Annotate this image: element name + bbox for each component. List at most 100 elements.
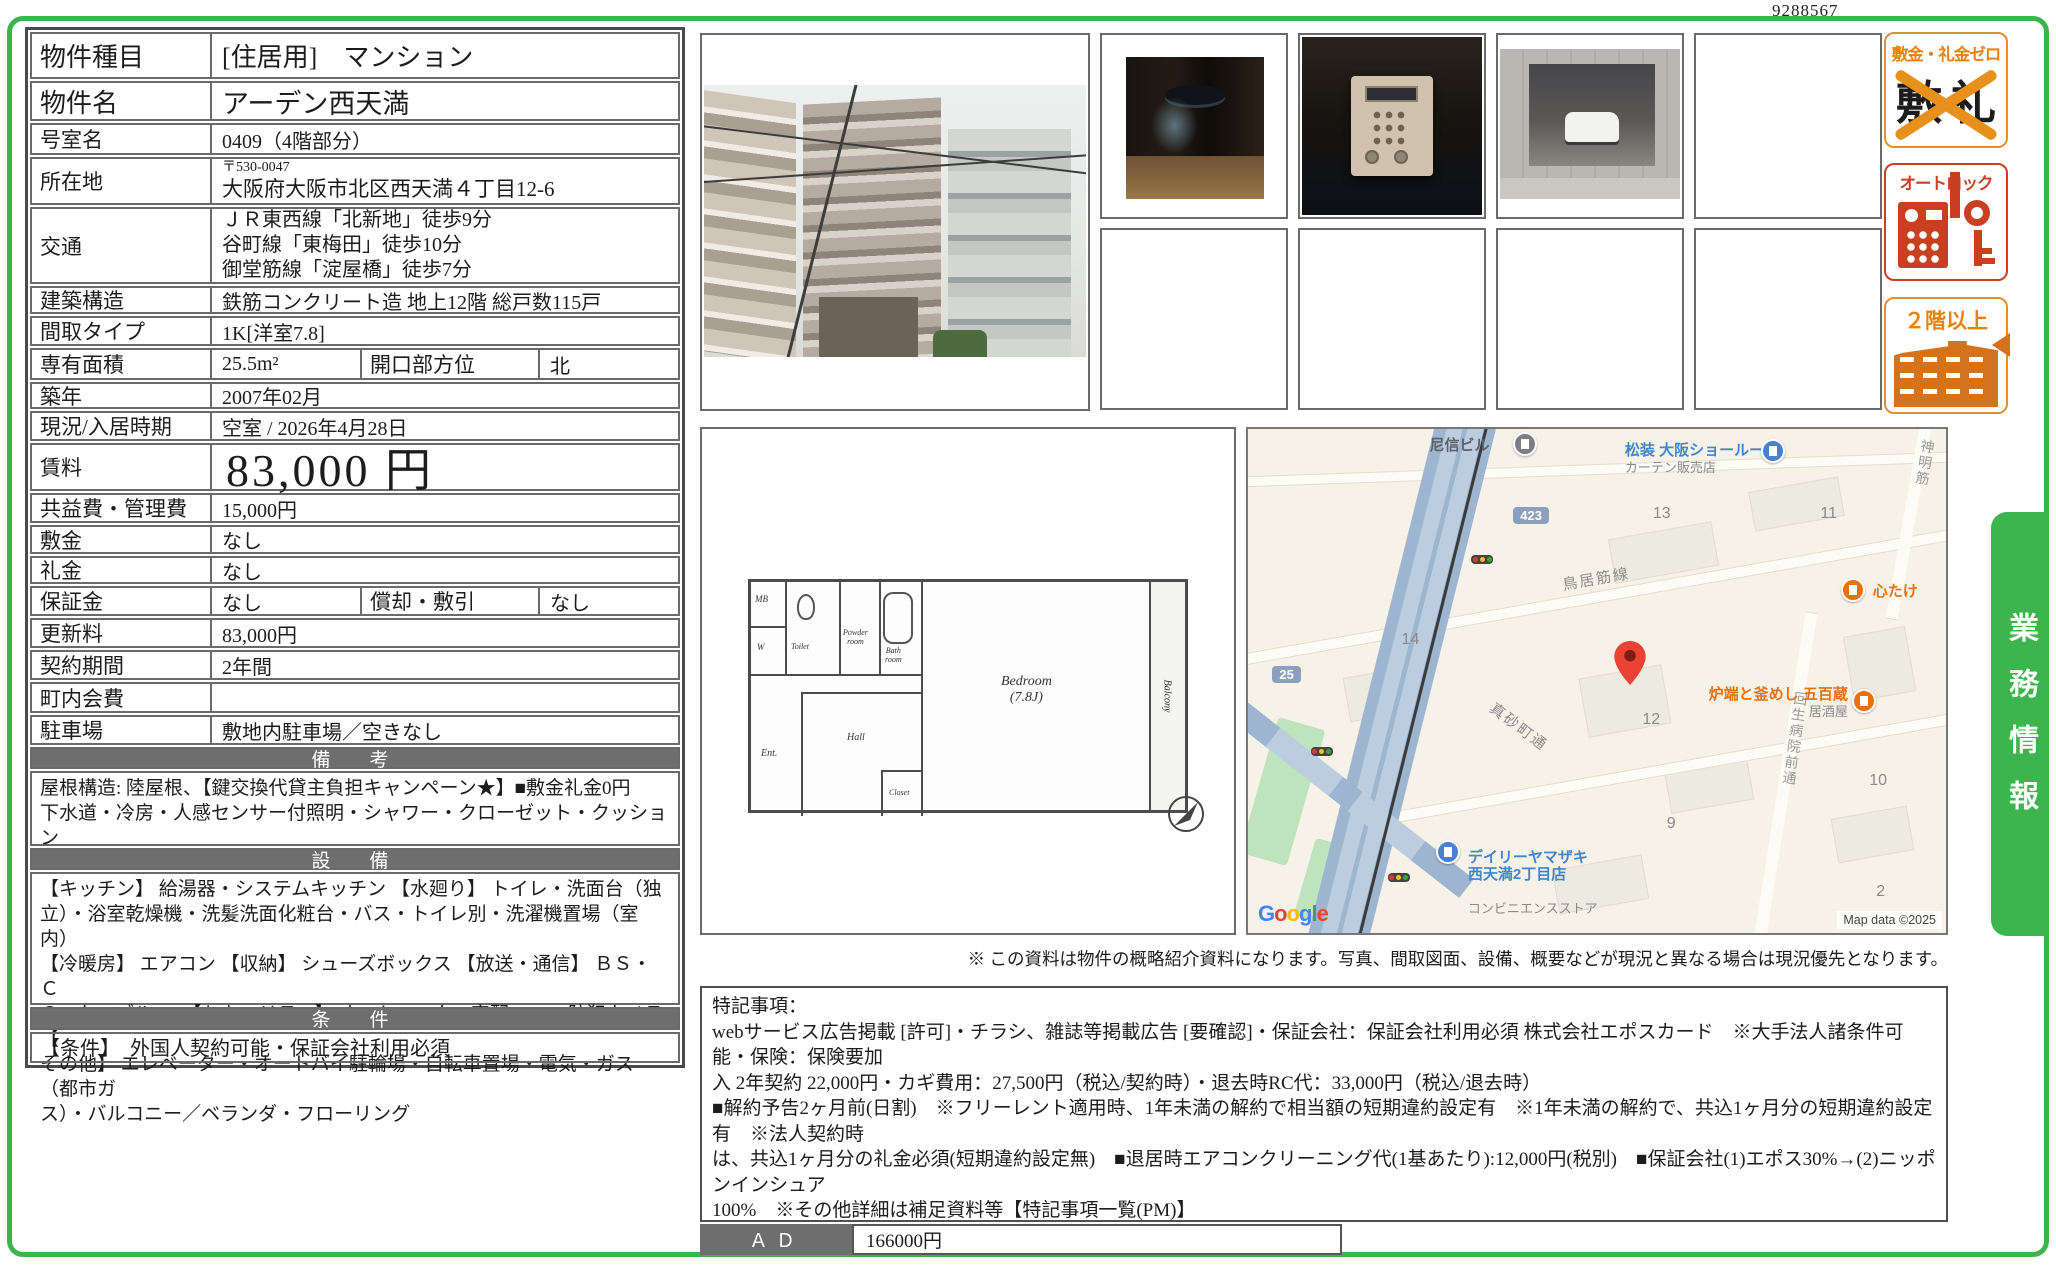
photo-box-empty-4 <box>1496 228 1684 410</box>
photo-box-main <box>700 33 1090 411</box>
room-label-entrance: Ent. <box>761 748 777 760</box>
business-info-tab-label: 業務情報 <box>1998 612 2042 836</box>
address-text: 大阪府大阪市北区西天満４丁目12-6 <box>222 176 668 202</box>
block-number: 9 <box>1667 815 1676 833</box>
photo-box-empty-2 <box>1100 228 1288 410</box>
row-label: 保証金 <box>32 588 212 614</box>
table-row-area: 専有面積 25.5m² 開口部方位 北 <box>30 348 680 380</box>
compass-icon <box>1166 794 1206 839</box>
floor-plan-drawing: MB W Toilet Powder room Bath room Ent. H… <box>748 579 1188 813</box>
row-value-2: 北 <box>540 350 678 378</box>
badge-title: ２階以上 <box>1886 305 2006 335</box>
row-value: 〒530-0047 大阪府大阪市北区西天満４丁目12-6 <box>212 159 678 203</box>
property-location-pin <box>1614 641 1646 690</box>
row-value: [住居用] マンション <box>212 34 678 77</box>
equipment-text: 【キッチン】 給湯器・システムキッチン 【水廻り】 トイレ・洗面台（独 立）・浴… <box>30 872 680 1005</box>
poi-shoso-showroom: 松装 大阪ショールーム カーテン販売店 <box>1625 442 1779 476</box>
table-row-parking: 駐車場 敷地内駐車場／空きなし <box>30 715 680 745</box>
ad-label: ＡＤ <box>700 1224 852 1255</box>
row-label: 所在地 <box>32 159 212 203</box>
block-number: 13 <box>1653 505 1671 523</box>
poi-pin-restaurant <box>1852 689 1876 713</box>
poi-pin-building <box>1513 432 1537 456</box>
row-value: アーデン西天満 <box>212 83 678 119</box>
table-row-common-fee: 共益費・管理費 15,000円 <box>30 493 680 523</box>
balcony-strip: Balcony <box>1149 582 1185 810</box>
row-label: 専有面積 <box>32 350 212 378</box>
room-label-mb: MB <box>755 594 768 604</box>
route-shield-25: 25 <box>1272 666 1300 683</box>
poi-pin-restaurant <box>1841 578 1865 602</box>
badge-second-floor-up: ２階以上 <box>1884 297 2008 414</box>
row-value: 25.5m² <box>212 350 362 378</box>
photo-box-entrance <box>1100 33 1288 219</box>
block-number: 14 <box>1402 631 1420 649</box>
block-number: 12 <box>1642 711 1660 729</box>
badge-no-deposit-no-keymoney: 敷金・礼金ゼロ 敷 礼 <box>1884 32 2008 148</box>
room-label-w: W <box>757 642 765 652</box>
ad-value: 166000円 <box>852 1224 1342 1255</box>
block-number: 11 <box>1820 505 1837 523</box>
row-value: 2年間 <box>212 652 678 678</box>
row-value: なし <box>212 527 678 552</box>
room-label-balcony: Balcony <box>1161 680 1173 713</box>
row-value: 鉄筋コンクリート造 地上12階 総戸数115戸 <box>212 288 678 312</box>
section-bar-conditions: 条 件 <box>30 1007 680 1030</box>
photo-entrance-corridor <box>1126 57 1264 199</box>
document-number: 9288567 <box>1772 1 1839 21</box>
table-row-address: 所在地 〒530-0047 大阪府大阪市北区西天満４丁目12-6 <box>30 157 680 205</box>
row-label: 築年 <box>32 384 212 407</box>
building-entrance <box>819 297 918 357</box>
badge-autolock: オートロック <box>1884 163 2008 281</box>
poi-kokotake: 心たけ <box>1873 583 1918 600</box>
room-label-bath: Bath room <box>885 646 902 664</box>
row-label: 町内会費 <box>32 684 212 711</box>
row-label: 号室名 <box>32 125 212 153</box>
property-flyer-page: 9288567 物件種目 [住居用] マンション 物件名 アーデン西天満 号室名… <box>0 0 2056 1265</box>
room-label-powder: Powder room <box>843 628 868 646</box>
photo-parking-garage <box>1500 49 1680 199</box>
room-label-bedroom: Bedroom (7.8J) <box>1001 674 1052 706</box>
row-value: ＪＲ東西線「北新地」徒歩9分 谷町線「東梅田」徒歩10分 御堂筋線「淀屋橋」徒歩… <box>212 209 678 282</box>
poi-daily-yamazaki: デイリーヤマザキ 西天満2丁目店 コンビニエンスストア <box>1468 832 1598 917</box>
photo-box-empty-1 <box>1694 33 1882 219</box>
business-info-tab: 業務情報 <box>1991 512 2049 936</box>
row-value: なし <box>212 588 362 614</box>
table-row-built-year: 築年 2007年02月 <box>30 382 680 409</box>
row-label: 間取タイプ <box>32 318 212 344</box>
row-value: 敷地内駐車場／空きなし <box>212 717 678 743</box>
table-row-property-type: 物件種目 [住居用] マンション <box>30 32 680 79</box>
row-label: 礼金 <box>32 558 212 582</box>
row-value: 1K[洋室7.8] <box>212 318 678 344</box>
row-value-2: なし <box>540 588 678 614</box>
table-row-contract-term: 契約期間 2年間 <box>30 650 680 680</box>
photo-box-parking <box>1496 33 1684 219</box>
map-copyright: Map data ©2025 <box>1837 911 1942 929</box>
special-notes-box: 特記事項： webサービス広告掲載 [許可]・チラシ、雑誌等掲載広告 [要確認]… <box>700 986 1948 1222</box>
arrow-left-icon <box>1992 333 2010 357</box>
row-label-2: 償却・敷引 <box>362 588 540 614</box>
table-row-deposit: 敷金 なし <box>30 525 680 554</box>
row-value: 83,000円 <box>212 620 678 646</box>
row-label-2: 開口部方位 <box>362 350 540 378</box>
google-logo: Google <box>1258 901 1328 927</box>
poi-pin-store <box>1761 439 1785 463</box>
poi-amishin-building: 尼信ビル <box>1429 437 1489 454</box>
table-row-town-fee: 町内会費 <box>30 682 680 713</box>
block-number: 10 <box>1869 772 1887 790</box>
row-value: 2007年02月 <box>212 384 678 407</box>
toilet-fixture <box>797 594 815 620</box>
photo-box-intercom <box>1298 33 1486 219</box>
building-greenery <box>933 330 986 357</box>
rent-amount: 83,000 円 <box>212 445 678 489</box>
room-label-hall: Hall <box>847 732 865 744</box>
badge-title: オートロック <box>1886 170 2006 194</box>
row-value: なし <box>212 558 678 582</box>
autolock-icon <box>1886 194 2006 278</box>
table-row-guarantee: 保証金 なし 償却・敷引 なし <box>30 586 680 616</box>
photo-intercom-panel <box>1302 37 1482 215</box>
row-value <box>212 684 678 711</box>
table-row-structure: 建築構造 鉄筋コンクリート造 地上12階 総戸数115戸 <box>30 286 680 314</box>
row-label: 共益費・管理費 <box>32 495 212 521</box>
key-icon <box>1962 200 1996 270</box>
